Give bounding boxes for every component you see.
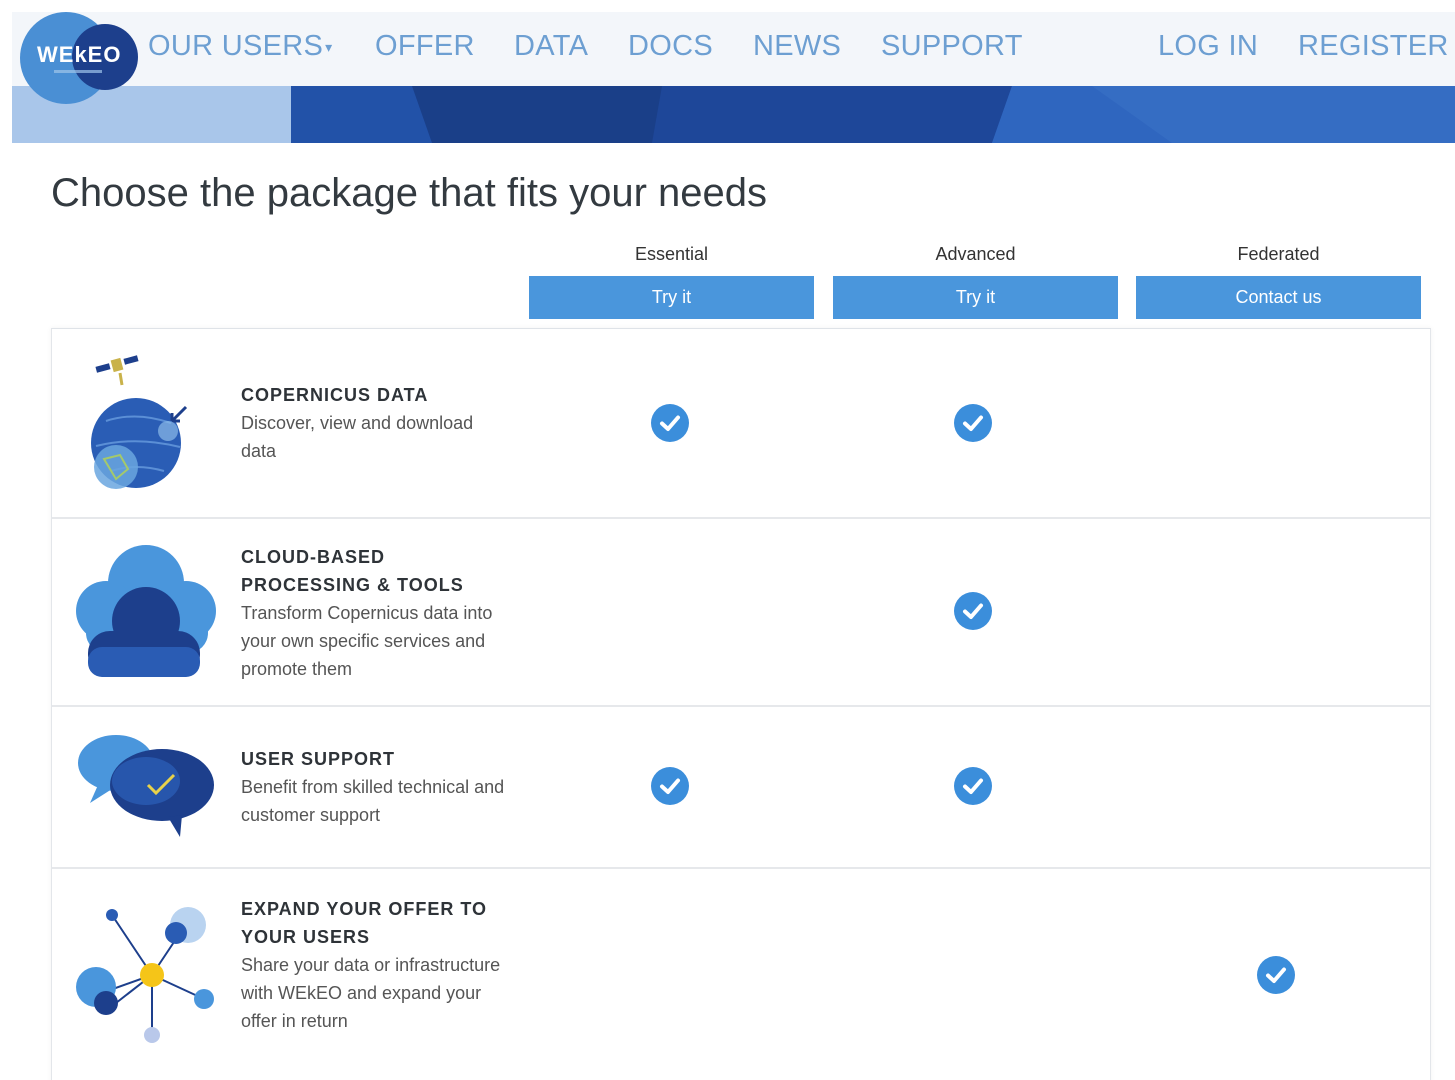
check-circle-icon bbox=[651, 767, 689, 805]
feature-row-copernicus-data: COPERNICUS DATA Discover, view and downl… bbox=[52, 329, 1430, 519]
nav-support[interactable]: SUPPORT bbox=[881, 30, 1023, 63]
check-circle-icon bbox=[1257, 956, 1295, 994]
nav-data[interactable]: DATA bbox=[514, 30, 588, 63]
feature-expand-offer-text: EXPAND YOUR OFFER TO YOUR USERS Share yo… bbox=[241, 895, 506, 1035]
feature-description: Benefit from skilled technical and custo… bbox=[241, 777, 505, 825]
nav-register[interactable]: REGISTER bbox=[1298, 30, 1449, 63]
feature-heading: EXPAND YOUR OFFER TO YOUR USERS bbox=[241, 899, 488, 947]
check-circle-icon bbox=[954, 592, 992, 630]
feature-row-expand-offer: EXPAND YOUR OFFER TO YOUR USERS Share yo… bbox=[52, 869, 1430, 1080]
check-circle-icon bbox=[954, 404, 992, 442]
package-name-essential: Essential bbox=[634, 244, 709, 264]
chat-bubbles-icon bbox=[76, 733, 216, 848]
feature-comparison-table: COPERNICUS DATA Discover, view and downl… bbox=[51, 328, 1431, 1080]
feature-heading: COPERNICUS DATA bbox=[241, 385, 429, 405]
package-name-federated: Federated bbox=[1237, 244, 1320, 264]
feature-description: Share your data or infrastructure with W… bbox=[241, 955, 501, 1031]
nav-log-in[interactable]: LOG IN bbox=[1158, 30, 1258, 63]
nav-news[interactable]: NEWS bbox=[753, 30, 841, 63]
check-circle-icon bbox=[954, 767, 992, 805]
check-circle-icon bbox=[651, 404, 689, 442]
wekeo-logo[interactable]: WEkEO bbox=[20, 12, 138, 104]
banner-graphic bbox=[291, 86, 1455, 143]
satellite-globe-icon bbox=[76, 351, 216, 496]
feature-heading: USER SUPPORT bbox=[241, 749, 396, 769]
feature-row-user-support: USER SUPPORT Benefit from skilled techni… bbox=[52, 707, 1430, 869]
federated-contact-us-button[interactable]: Contact us bbox=[1136, 276, 1421, 319]
feature-user-support-text: USER SUPPORT Benefit from skilled techni… bbox=[241, 745, 506, 829]
page-title: Choose the package that fits your needs bbox=[51, 171, 768, 215]
network-hub-icon bbox=[76, 903, 226, 1058]
nav-docs[interactable]: DOCS bbox=[628, 30, 713, 63]
package-name-advanced: Advanced bbox=[935, 244, 1016, 264]
nav-our-users[interactable]: OUR USERS ▾ bbox=[148, 30, 332, 63]
header-banner bbox=[12, 86, 1455, 143]
feature-row-cloud-processing: CLOUD-BASED PROCESSING & TOOLS Transform… bbox=[52, 519, 1430, 707]
cloud-icon bbox=[76, 543, 216, 688]
caret-down-icon: ▾ bbox=[325, 38, 333, 55]
nav-offer[interactable]: OFFER bbox=[375, 30, 475, 63]
feature-heading: CLOUD-BASED PROCESSING & TOOLS bbox=[241, 547, 464, 595]
logo-text: WEkEO bbox=[37, 42, 122, 67]
advanced-try-it-button[interactable]: Try it bbox=[833, 276, 1118, 319]
feature-cloud-processing-text: CLOUD-BASED PROCESSING & TOOLS Transform… bbox=[241, 543, 506, 683]
feature-description: Transform Copernicus data into your own … bbox=[241, 603, 493, 679]
feature-description: Discover, view and download data bbox=[241, 413, 474, 461]
feature-copernicus-data-text: COPERNICUS DATA Discover, view and downl… bbox=[241, 381, 506, 465]
logo-underline bbox=[54, 70, 102, 73]
essential-try-it-button[interactable]: Try it bbox=[529, 276, 814, 319]
nav-our-users-label: OUR USERS bbox=[148, 30, 324, 62]
